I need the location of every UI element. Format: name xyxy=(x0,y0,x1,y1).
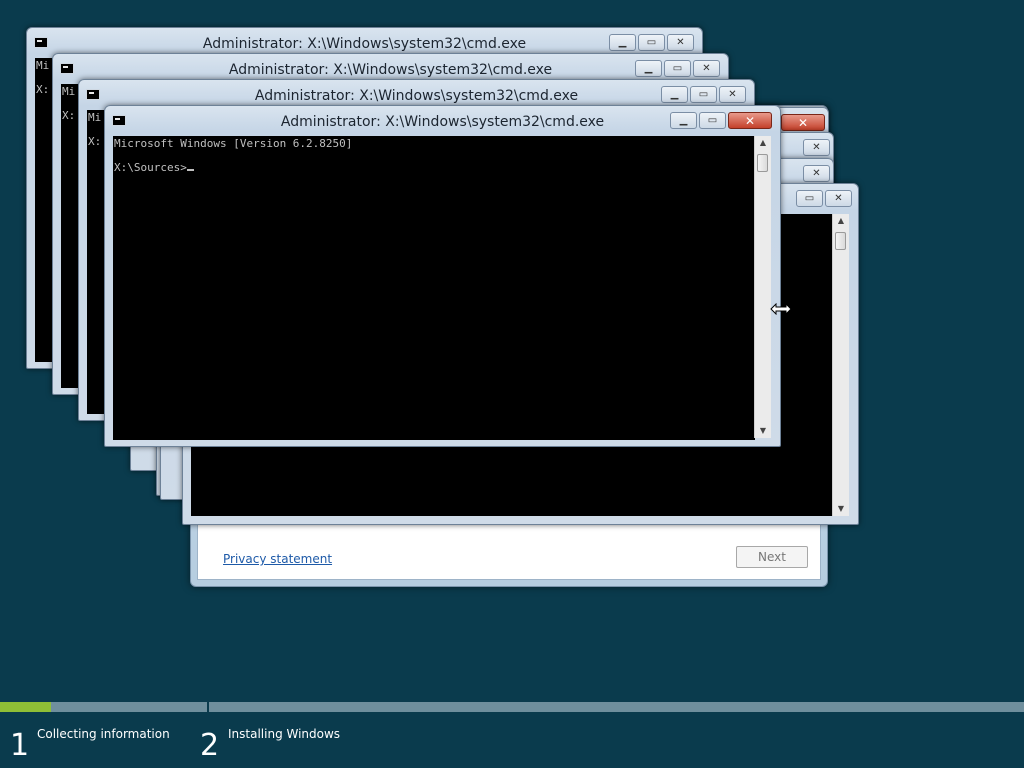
progress-separator xyxy=(207,702,209,712)
scroll-up-icon[interactable]: ▲ xyxy=(755,136,771,150)
maximize-icon: ▭ xyxy=(646,36,657,48)
step-2-label: Installing Windows xyxy=(228,727,341,741)
maximize-button[interactable]: ▭ xyxy=(664,60,691,77)
minimize-button[interactable]: ▁ xyxy=(661,86,688,103)
close-button[interactable]: ✕ xyxy=(803,139,830,156)
horizontal-resize-cursor-icon xyxy=(770,303,792,315)
close-button[interactable]: ✕ xyxy=(667,34,694,51)
scroll-thumb[interactable] xyxy=(757,154,768,172)
step-2-number: 2 xyxy=(200,728,220,763)
maximize-button[interactable]: ▭ xyxy=(638,34,665,51)
minimize-button[interactable]: ▁ xyxy=(609,34,636,51)
setup-progress-fill xyxy=(0,702,52,712)
next-button[interactable]: Next xyxy=(736,546,808,568)
step-1-number: 1 xyxy=(10,728,30,763)
window-title: Administrator: X:\Windows\system32\cmd.e… xyxy=(228,62,553,78)
minimize-icon: ▁ xyxy=(618,36,627,48)
close-button[interactable]: ✕ xyxy=(693,60,720,77)
privacy-statement-link[interactable]: Privacy statement xyxy=(223,552,332,566)
close-button[interactable]: ✕ xyxy=(803,165,830,182)
window-title: Administrator: X:\Windows\system32\cmd.e… xyxy=(254,88,579,104)
scroll-up-icon[interactable]: ▲ xyxy=(833,214,849,228)
scroll-thumb[interactable] xyxy=(835,232,846,250)
close-icon: ✕ xyxy=(834,192,843,204)
close-icon: ✕ xyxy=(702,62,711,74)
console-version-line: Microsoft Windows [Version 6.2.8250] xyxy=(114,137,353,150)
step-1-label: Collecting information xyxy=(37,727,170,741)
close-button[interactable]: ✕ xyxy=(825,190,852,207)
text-cursor xyxy=(186,169,194,171)
maximize-button[interactable]: ▭ xyxy=(699,112,726,129)
minimize-button[interactable]: ▁ xyxy=(670,112,697,129)
close-button[interactable]: ✕ xyxy=(781,114,825,131)
maximize-icon: ▭ xyxy=(672,62,683,74)
console-text: X: xyxy=(36,83,50,96)
console-scrollbar[interactable]: ▲ ▼ xyxy=(832,214,849,516)
console-text: Mi xyxy=(36,59,50,72)
close-icon: ✕ xyxy=(744,113,756,128)
close-icon: ✕ xyxy=(676,36,685,48)
close-icon: ✕ xyxy=(812,167,821,179)
close-button[interactable]: ✕ xyxy=(719,86,746,103)
scroll-down-icon[interactable]: ▼ xyxy=(833,502,849,516)
close-icon: ✕ xyxy=(728,88,737,100)
close-icon: ✕ xyxy=(812,141,821,153)
close-button[interactable]: ✕ xyxy=(728,112,772,129)
maximize-icon: ▭ xyxy=(698,88,709,100)
close-icon: ✕ xyxy=(797,115,809,130)
console-text: Mi xyxy=(88,111,102,124)
console-text: Mi xyxy=(62,85,76,98)
console-scrollbar[interactable]: ▲ ▼ xyxy=(754,136,771,438)
title-bar[interactable]: Administrator: X:\Windows\system32\cmd.e… xyxy=(105,106,780,136)
minimize-icon: ▁ xyxy=(644,62,653,74)
console-text: X: xyxy=(88,135,102,148)
maximize-button[interactable]: ▭ xyxy=(796,190,823,207)
console-prompt: X:\Sources> xyxy=(114,161,187,174)
minimize-button[interactable]: ▁ xyxy=(635,60,662,77)
minimize-icon: ▁ xyxy=(679,114,688,126)
window-title: Administrator: X:\Windows\system32\cmd.e… xyxy=(202,36,527,52)
maximize-icon: ▭ xyxy=(804,192,815,204)
setup-progress-bar xyxy=(0,702,1024,712)
maximize-button[interactable]: ▭ xyxy=(690,86,717,103)
minimize-icon: ▁ xyxy=(670,88,679,100)
cmd-window-active[interactable]: Administrator: X:\Windows\system32\cmd.e… xyxy=(104,105,781,447)
maximize-icon: ▭ xyxy=(707,114,718,126)
console-text: X: xyxy=(62,109,76,122)
scroll-down-icon[interactable]: ▼ xyxy=(755,424,771,438)
console-area[interactable]: Microsoft Windows [Version 6.2.8250] X:\… xyxy=(113,136,755,440)
